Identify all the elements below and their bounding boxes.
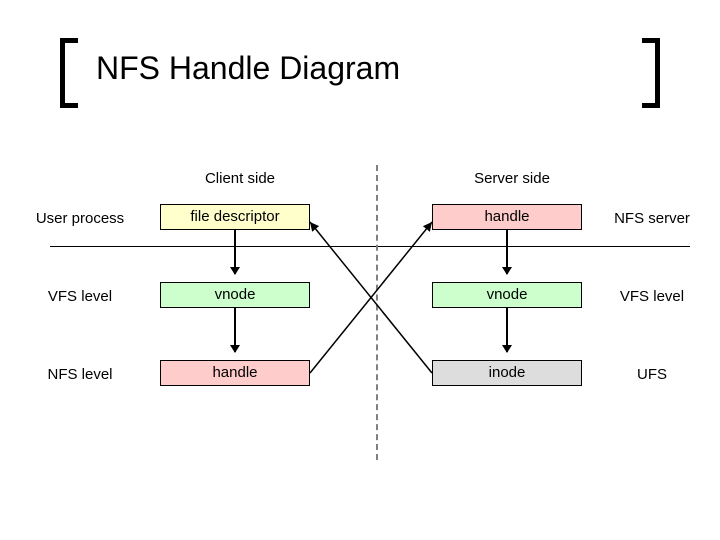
client-server-divider — [376, 165, 378, 460]
page-title: NFS Handle Diagram — [96, 50, 400, 87]
box-client-file-descriptor: file descriptor — [160, 204, 310, 230]
row-label-server-0: NFS server — [592, 210, 712, 227]
box-server-inode: inode — [432, 360, 582, 386]
row-label-client-1: VFS level — [20, 288, 140, 305]
box-server-handle: handle — [432, 204, 582, 230]
row-label-server-1: VFS level — [592, 288, 712, 305]
col-header-server: Server side — [432, 170, 592, 187]
arrow-client-0 — [234, 230, 236, 274]
separator-line — [50, 246, 690, 247]
row-label-client-2: NFS level — [20, 366, 140, 383]
title-bar: NFS Handle Diagram — [60, 38, 660, 108]
row-label-client-0: User process — [20, 210, 140, 227]
arrow-server-0 — [506, 230, 508, 274]
arrow-client-1 — [234, 308, 236, 352]
row-label-server-2: UFS — [592, 366, 712, 383]
box-server-vnode: vnode — [432, 282, 582, 308]
col-header-client: Client side — [160, 170, 320, 187]
bracket-left-icon — [60, 38, 84, 108]
arrow-server-1 — [506, 308, 508, 352]
bracket-right-icon — [636, 38, 660, 108]
box-client-vnode: vnode — [160, 282, 310, 308]
box-client-handle: handle — [160, 360, 310, 386]
